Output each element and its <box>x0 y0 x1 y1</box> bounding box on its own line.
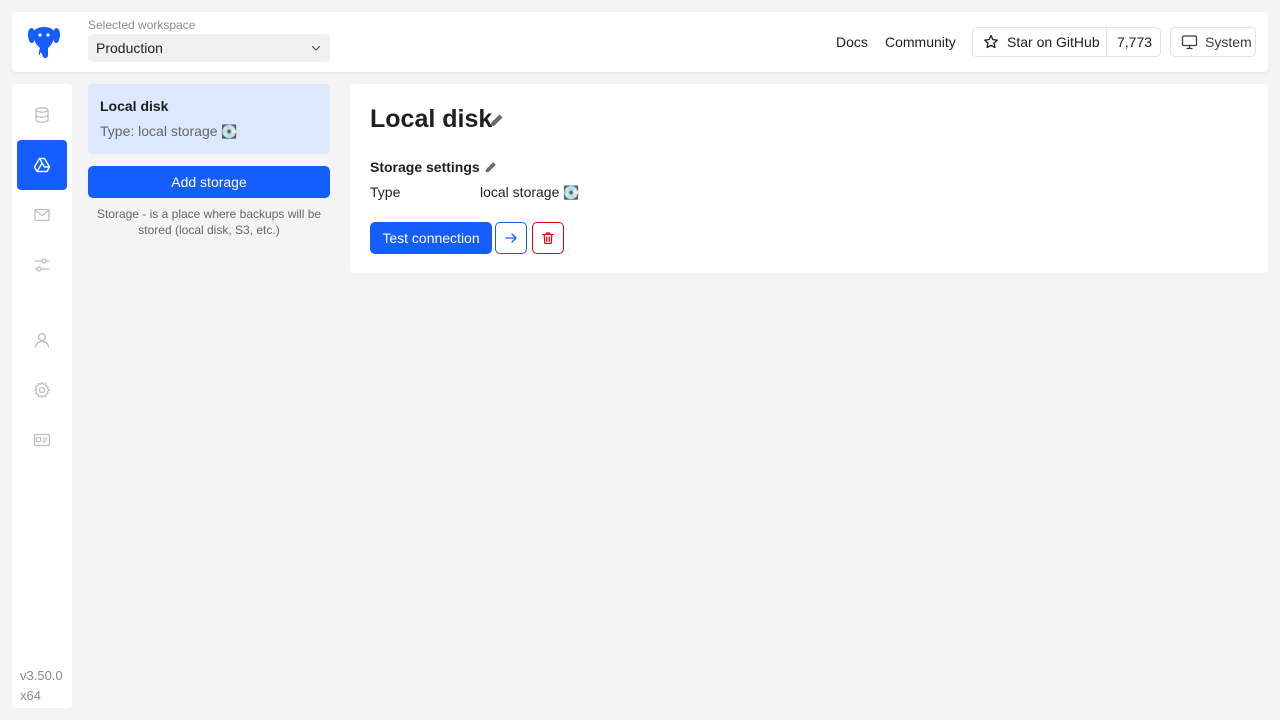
sidebar-item-databases[interactable] <box>17 90 67 140</box>
storage-card-name: Local disk <box>100 98 169 114</box>
delete-button[interactable] <box>532 222 564 254</box>
gear-icon <box>34 381 50 399</box>
trash-icon <box>542 232 554 245</box>
divider <box>1106 28 1107 56</box>
storage-card-type-text: Type: local storage <box>100 123 218 139</box>
storage-detail-panel: Local disk Storage settings Type local s… <box>350 84 1268 273</box>
test-connection-button[interactable]: Test connection <box>370 222 492 254</box>
disk-icon: 💽 <box>221 125 238 140</box>
theme-select-button[interactable]: System <box>1170 27 1256 57</box>
disk-icon: 💽 <box>563 186 580 201</box>
edit-settings-icon[interactable] <box>484 160 498 174</box>
sidebar-item-profile[interactable] <box>17 315 67 365</box>
storage-list: Local disk Type: local storage 💽 Add sto… <box>88 84 330 238</box>
github-star-button[interactable]: Star on GitHub 7,773 <box>972 27 1161 57</box>
version-info: v3.50.0 x64 <box>20 666 63 706</box>
sidebar-item-about[interactable] <box>17 415 67 465</box>
edit-title-icon[interactable] <box>489 112 505 128</box>
community-link[interactable]: Community <box>885 34 956 50</box>
github-star-label: Star on GitHub <box>1007 34 1100 50</box>
storage-hint: Storage - is a place where backups will … <box>96 207 322 237</box>
monitor-icon <box>1181 35 1198 50</box>
drive-icon <box>33 157 51 173</box>
sidebar-item-settings[interactable] <box>17 365 67 415</box>
chevron-down-icon <box>311 45 321 51</box>
workspace-value: Production <box>96 40 163 56</box>
type-value: local storage 💽 <box>480 184 579 202</box>
arrow-right-icon <box>505 233 517 243</box>
sliders-icon <box>35 258 49 272</box>
page-title: Local disk <box>370 105 493 133</box>
elephant-logo-icon[interactable] <box>26 24 62 60</box>
docs-link[interactable]: Docs <box>836 34 868 50</box>
id-card-icon <box>33 433 51 447</box>
star-icon <box>984 34 998 49</box>
type-label: Type <box>370 184 401 200</box>
storage-card-type: Type: local storage 💽 <box>100 123 318 141</box>
github-star-count: 7,773 <box>1117 34 1153 50</box>
sidebar-item-storages[interactable] <box>17 140 67 190</box>
workspace-select[interactable]: Production <box>88 34 330 62</box>
storage-settings-title: Storage settings <box>370 159 480 175</box>
sidebar-item-notifiers[interactable] <box>17 190 67 240</box>
sidebar-item-sliders[interactable] <box>17 240 67 290</box>
open-button[interactable] <box>495 222 527 254</box>
version-number: v3.50.0 <box>20 668 63 683</box>
sidebar: v3.50.0 x64 <box>12 84 72 708</box>
theme-label: System <box>1205 34 1252 50</box>
top-bar: Selected workspace Production Docs Commu… <box>12 12 1268 72</box>
mail-icon <box>34 208 50 222</box>
user-icon <box>34 332 50 348</box>
workspace-label: Selected workspace <box>88 18 196 32</box>
type-value-text: local storage <box>480 184 560 200</box>
version-arch: x64 <box>20 688 41 703</box>
add-storage-button[interactable]: Add storage <box>88 166 330 198</box>
storage-card[interactable]: Local disk Type: local storage 💽 <box>88 84 330 154</box>
database-icon <box>35 107 49 123</box>
